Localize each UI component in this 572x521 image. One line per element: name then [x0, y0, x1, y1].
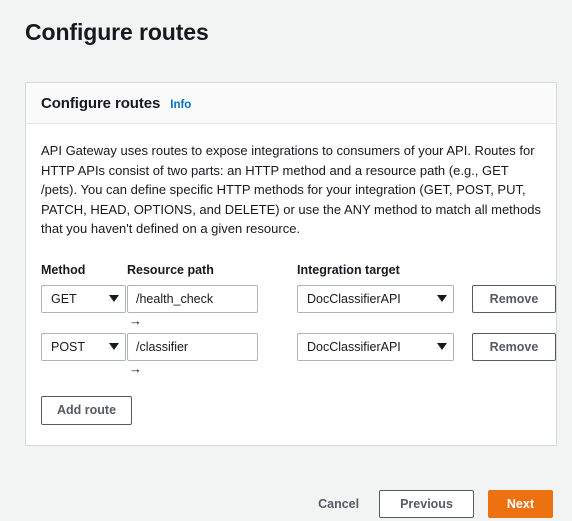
integration-target-select-value: DocClassifierAPI	[307, 291, 401, 306]
remove-route-button[interactable]: Remove	[472, 332, 556, 361]
configure-routes-card: Configure routes Info API Gateway uses r…	[25, 82, 557, 446]
method-select-value: GET	[51, 291, 77, 306]
method-select-value: POST	[51, 339, 86, 354]
route-arrow-icon: →	[129, 312, 142, 328]
card-header-title: Configure routes	[41, 95, 161, 112]
integration-target-column-label: Integration target	[297, 262, 400, 277]
add-route-button[interactable]: Add route	[41, 395, 133, 425]
route-row: POST → DocClassifierAPI	[41, 332, 556, 376]
method-column-label: Method	[41, 262, 86, 277]
page-title: Configure routes	[25, 19, 209, 46]
integration-target-select-value: DocClassifierAPI	[307, 339, 401, 354]
chevron-down-icon	[109, 343, 119, 350]
next-button[interactable]: Next	[487, 490, 553, 518]
previous-button[interactable]: Previous	[379, 490, 474, 518]
remove-route-button[interactable]: Remove	[472, 284, 556, 313]
card-header: Configure routes Info	[26, 83, 556, 124]
route-row: GET → DocClassifierAPI	[41, 284, 556, 328]
route-arrow-icon: →	[129, 360, 142, 376]
routes-column-headers: Method Resource path Integration target	[41, 261, 541, 279]
method-select[interactable]: POST	[41, 332, 126, 361]
chevron-down-icon	[437, 343, 447, 350]
resource-path-input[interactable]	[127, 332, 258, 361]
card-body: API Gateway uses routes to expose integr…	[26, 124, 556, 445]
method-select[interactable]: GET	[41, 284, 126, 313]
integration-target-select[interactable]: DocClassifierAPI	[297, 284, 454, 313]
routes-description: API Gateway uses routes to expose integr…	[41, 143, 541, 236]
info-link[interactable]: Info	[170, 99, 191, 111]
resource-path-column-label: Resource path	[127, 262, 214, 277]
configure-routes-page: Configure routes Configure routes Info A…	[0, 0, 572, 521]
chevron-down-icon	[109, 295, 119, 302]
cancel-button[interactable]: Cancel	[312, 490, 365, 518]
resource-path-input[interactable]	[127, 284, 258, 313]
integration-target-select[interactable]: DocClassifierAPI	[297, 332, 454, 361]
wizard-actions: Cancel Previous Next	[312, 490, 553, 518]
chevron-down-icon	[437, 295, 447, 302]
